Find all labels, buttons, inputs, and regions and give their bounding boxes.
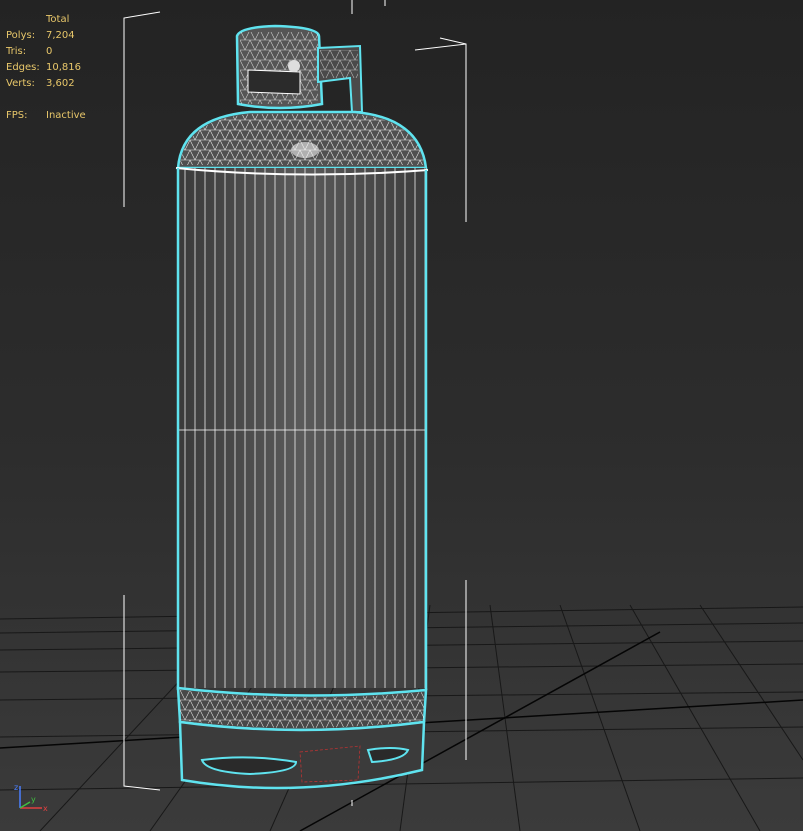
perspective-viewport[interactable]: Total Polys: 7,204 Tris: 0 Edges: 10,816… xyxy=(0,0,803,831)
cylinder-body xyxy=(175,167,429,690)
stats-row-fps: FPS: Inactive xyxy=(6,110,86,121)
bottom-band xyxy=(176,686,428,732)
y-axis-label: y xyxy=(31,795,36,804)
axis-gizmo-icon: z x y xyxy=(14,783,48,813)
valve-collar xyxy=(235,24,364,113)
stats-row-tris: Tris: 0 xyxy=(6,46,53,57)
stats-row-polys: Polys: 7,204 xyxy=(6,30,75,41)
scene-statistics: Total Polys: 7,204 Tris: 0 Edges: 10,816… xyxy=(6,12,86,124)
stats-row-edges: Edges: 10,816 xyxy=(6,62,81,73)
z-axis-label: z xyxy=(14,783,18,792)
stats-header: Total xyxy=(46,14,70,25)
x-axis-label: x xyxy=(43,804,48,813)
stats-row-verts: Verts: 3,602 xyxy=(6,78,75,89)
y-axis-line xyxy=(19,801,31,809)
top-dome xyxy=(176,110,428,170)
gas-cylinder-model[interactable] xyxy=(0,0,803,831)
foot-ring xyxy=(178,720,426,790)
